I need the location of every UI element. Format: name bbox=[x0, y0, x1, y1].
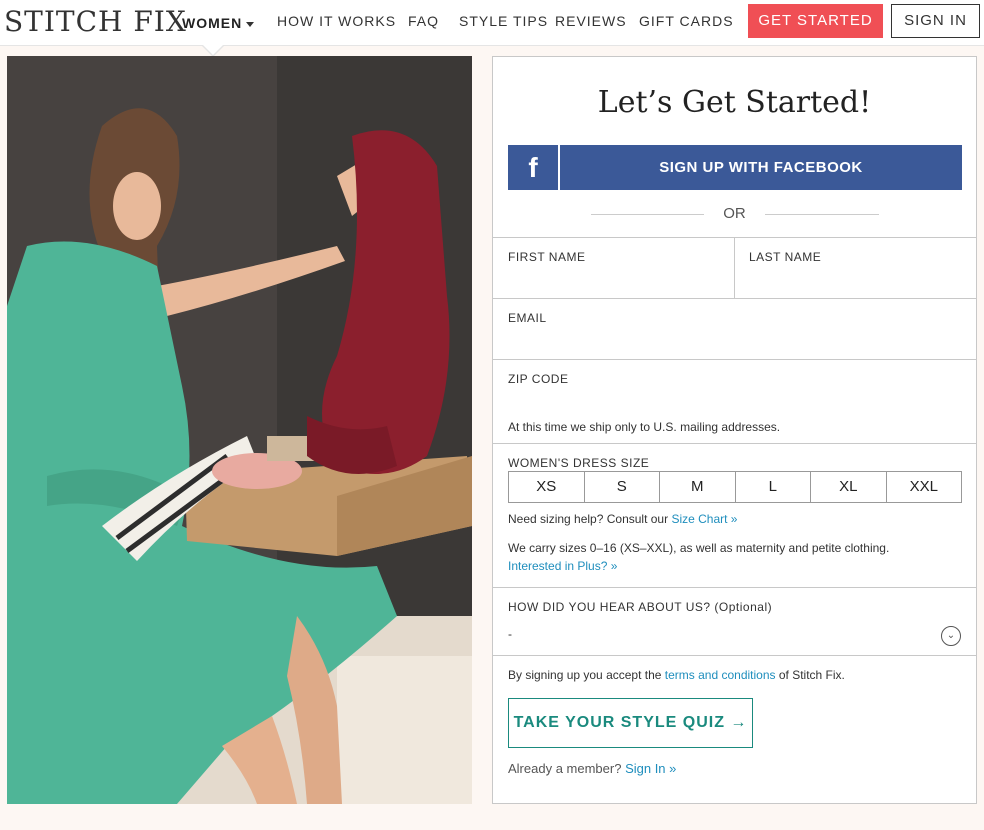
signup-form: Let’s Get Started! f SIGN UP WITH FACEBO… bbox=[492, 56, 977, 804]
size-option-xl[interactable]: XL bbox=[810, 472, 886, 502]
sizing-help: Need sizing help? Consult our Size Chart… bbox=[508, 512, 737, 526]
facebook-signup[interactable]: f SIGN UP WITH FACEBOOK bbox=[508, 145, 962, 190]
category-label: WOMEN bbox=[182, 15, 243, 31]
style-quiz-button[interactable]: TAKE YOUR STYLE QUIZ → bbox=[508, 698, 753, 748]
form-title: Let’s Get Started! bbox=[597, 85, 872, 120]
referral-select[interactable]: - bbox=[508, 627, 512, 641]
zip-note: At this time we ship only to U.S. mailin… bbox=[508, 420, 781, 434]
size-option-m[interactable]: M bbox=[659, 472, 735, 502]
nav-style-tips[interactable]: STYLE TIPS bbox=[459, 13, 548, 29]
nav-gift-cards[interactable]: GIFT CARDS bbox=[639, 13, 734, 29]
divider bbox=[734, 237, 735, 298]
email-field[interactable]: EMAIL bbox=[508, 311, 547, 325]
dress-size-label: WOMEN'S DRESS SIZE bbox=[508, 456, 650, 470]
zip-code-field[interactable]: ZIP CODE bbox=[508, 372, 568, 386]
chevron-down-icon[interactable]: ⌄ bbox=[941, 626, 961, 646]
menu-pointer bbox=[203, 45, 223, 55]
category-dropdown[interactable]: WOMEN bbox=[182, 15, 255, 31]
plus-sizes-link[interactable]: Interested in Plus? » bbox=[508, 559, 617, 573]
size-option-s[interactable]: S bbox=[583, 472, 660, 502]
or-divider-right bbox=[765, 214, 879, 215]
caret-down-icon bbox=[246, 21, 255, 27]
size-selector: XS S M L XL XXL bbox=[508, 471, 962, 503]
member-sign-in-link[interactable]: Sign In » bbox=[625, 761, 676, 776]
sizing-help-text: Need sizing help? Consult our bbox=[508, 512, 672, 526]
divider bbox=[493, 443, 976, 444]
hero-illustration bbox=[7, 56, 472, 804]
facebook-signup-button[interactable]: SIGN UP WITH FACEBOOK bbox=[560, 145, 962, 190]
divider bbox=[493, 359, 976, 360]
facebook-icon[interactable]: f bbox=[508, 145, 558, 190]
nav-how-it-works[interactable]: HOW IT WORKS bbox=[277, 13, 396, 29]
sign-in-button[interactable]: SIGN IN bbox=[891, 4, 980, 38]
last-name-field[interactable]: LAST NAME bbox=[749, 250, 821, 264]
size-option-xxl[interactable]: XXL bbox=[885, 472, 962, 502]
terms-link[interactable]: terms and conditions bbox=[665, 668, 776, 682]
sizes-note: We carry sizes 0–16 (XS–XXL), as well as… bbox=[508, 541, 890, 555]
top-navbar: STITCH FIX WOMEN HOW IT WORKS FAQ STYLE … bbox=[0, 0, 984, 46]
referral-label: HOW DID YOU HEAR ABOUT US? (Optional) bbox=[508, 600, 773, 614]
nav-reviews[interactable]: REVIEWS bbox=[555, 13, 627, 29]
or-label: OR bbox=[723, 205, 746, 222]
get-started-button[interactable]: GET STARTED bbox=[748, 4, 883, 38]
hero-photo bbox=[7, 56, 472, 804]
size-option-xs[interactable]: XS bbox=[509, 472, 584, 502]
terms-suffix: of Stitch Fix. bbox=[775, 668, 845, 682]
nav-faq[interactable]: FAQ bbox=[408, 13, 439, 29]
logo[interactable]: STITCH FIX bbox=[4, 6, 187, 38]
divider bbox=[493, 587, 976, 588]
first-name-field[interactable]: FIRST NAME bbox=[508, 250, 585, 264]
member-prompt: Already a member? Sign In » bbox=[508, 761, 676, 776]
size-chart-link[interactable]: Size Chart » bbox=[671, 512, 737, 526]
member-text: Already a member? bbox=[508, 761, 626, 776]
terms-prefix: By signing up you accept the bbox=[508, 668, 665, 682]
size-option-l[interactable]: L bbox=[734, 472, 811, 502]
divider bbox=[493, 298, 976, 299]
divider bbox=[493, 655, 976, 656]
terms-text: By signing up you accept the terms and c… bbox=[508, 668, 845, 682]
